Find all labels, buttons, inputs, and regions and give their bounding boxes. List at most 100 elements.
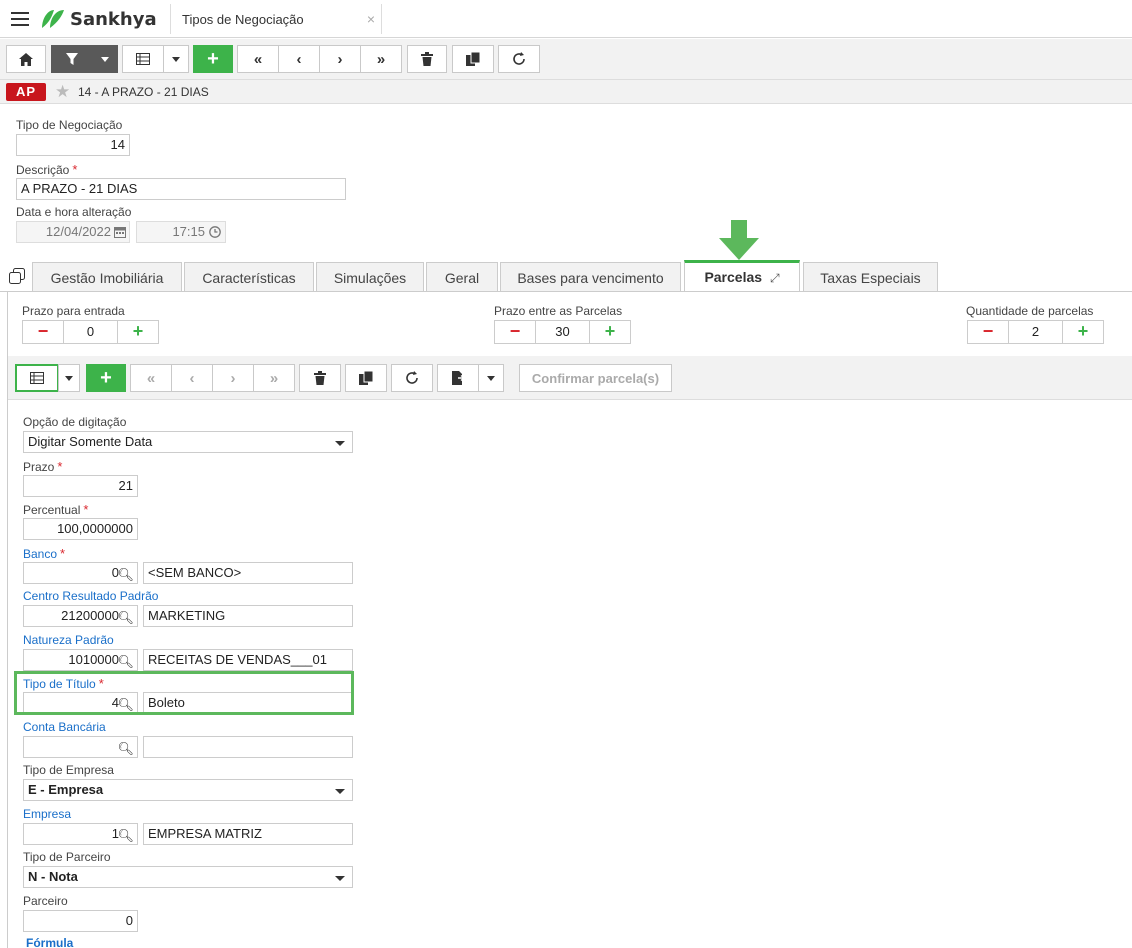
copy-icon (359, 371, 373, 385)
previous-button[interactable]: ‹ (171, 364, 213, 392)
delete-button[interactable] (299, 364, 341, 392)
formula-label[interactable]: Fórmula (26, 936, 73, 948)
duplicate-button[interactable] (452, 45, 494, 73)
prazo-label-text: Prazo (23, 460, 55, 474)
chevron-right-icon: › (337, 50, 343, 68)
prazo-field[interactable]: 21 (23, 475, 138, 497)
opcao-digitacao-select[interactable]: Digitar Somente Data (23, 431, 353, 453)
view-dropdown-button[interactable] (163, 45, 189, 73)
banco-label-text: Banco (23, 547, 58, 561)
filter-dropdown-button[interactable] (92, 45, 118, 73)
search-icon[interactable]: 🔍︎ (117, 608, 134, 626)
first-record-button[interactable]: « (237, 45, 279, 73)
chevron-down-icon (335, 789, 345, 794)
parceiro-field[interactable]: 0 (23, 910, 138, 932)
required-marker: * (83, 502, 89, 517)
tab-gestao-imobiliaria[interactable]: Gestão Imobiliária (32, 262, 182, 292)
main-toolbar: + « ‹ › » (0, 39, 1132, 80)
chevron-down-icon (487, 375, 495, 381)
descricao-field[interactable]: A PRAZO - 21 DIAS (16, 178, 346, 200)
chevron-down-icon (65, 375, 73, 381)
tab-geral[interactable]: Geral (426, 262, 498, 292)
grid-view-button[interactable] (15, 364, 59, 392)
banco-code-field[interactable]: 0 🔍︎ (23, 562, 138, 584)
grid-icon (136, 53, 150, 65)
tab-parcelas[interactable]: Parcelas ⤢ (684, 260, 800, 292)
record-title: 14 - A PRAZO - 21 DIAS (78, 85, 209, 99)
tipo-empresa-select[interactable]: E - Empresa (23, 779, 353, 801)
export-dropdown-button[interactable] (478, 364, 504, 392)
prazo-entre-plus-button[interactable]: + (589, 320, 631, 344)
copy-icon (466, 52, 480, 66)
favorite-star-icon[interactable]: ★ (55, 82, 70, 102)
prazo-entrada-minus-button[interactable]: − (22, 320, 64, 344)
expand-icon[interactable]: ⤢ (770, 271, 780, 285)
next-record-button[interactable]: › (319, 45, 361, 73)
quantidade-plus-button[interactable]: + (1062, 320, 1104, 344)
add-button[interactable]: + (193, 45, 233, 73)
copy-tabs-icon[interactable] (9, 268, 25, 284)
filter-button[interactable] (51, 45, 93, 73)
last-record-button[interactable]: » (360, 45, 402, 73)
export-button[interactable] (437, 364, 479, 392)
centro-resultado-code-value: 21200000 (61, 608, 119, 623)
next-button[interactable]: › (212, 364, 254, 392)
prazo-entre-minus-button[interactable]: − (494, 320, 536, 344)
top-bar: Sankhya Tipos de Negociação × (0, 0, 1132, 38)
home-button[interactable] (6, 45, 46, 73)
prazo-entrada-plus-button[interactable]: + (117, 320, 159, 344)
natureza-name-field: RECEITAS DE VENDAS___01 (143, 649, 353, 671)
quantidade-minus-button[interactable]: − (967, 320, 1009, 344)
first-button[interactable]: « (130, 364, 172, 392)
duplicate-button[interactable] (345, 364, 387, 392)
search-icon[interactable]: 🔍︎ (117, 826, 134, 844)
chevron-left-icon: ‹ (189, 369, 195, 387)
last-button[interactable]: » (253, 364, 295, 392)
required-marker: * (72, 162, 78, 177)
view-dropdown-button[interactable] (58, 364, 80, 392)
percentual-field[interactable]: 100,0000000 (23, 518, 138, 540)
conta-bancaria-code-field[interactable]: 🔍︎ (23, 736, 138, 758)
refresh-button[interactable] (391, 364, 433, 392)
prazo-entrada-value[interactable]: 0 (63, 320, 118, 344)
natureza-label[interactable]: Natureza Padrão (23, 633, 114, 647)
tab-bases-vencimento[interactable]: Bases para vencimento (500, 262, 681, 292)
close-tab-icon[interactable]: × (367, 11, 375, 27)
grid-view-button[interactable] (122, 45, 164, 73)
tipo-negociacao-field[interactable]: 14 (16, 134, 130, 156)
quantidade-parcelas-label: Quantidade de parcelas (966, 304, 1094, 318)
window-tab[interactable]: Tipos de Negociação × (170, 4, 382, 34)
prazo-entre-value[interactable]: 30 (535, 320, 590, 344)
tabs-row: Gestão Imobiliária Características Simul… (0, 260, 1132, 292)
empresa-code-field[interactable]: 1 🔍︎ (23, 823, 138, 845)
banco-label[interactable]: Banco * (23, 546, 65, 561)
empresa-label[interactable]: Empresa (23, 807, 71, 821)
brand-logo: Sankhya (40, 7, 157, 31)
clock-icon[interactable] (209, 226, 221, 238)
add-parcela-button[interactable]: + (86, 364, 126, 392)
confirmar-parcelas-button[interactable]: Confirmar parcela(s) (519, 364, 672, 392)
tab-caracteristicas[interactable]: Características (184, 262, 314, 292)
centro-resultado-label[interactable]: Centro Resultado Padrão (23, 589, 158, 603)
parceiro-label: Parceiro (23, 894, 68, 908)
refresh-button[interactable] (498, 45, 540, 73)
prazo-entre-label: Prazo entre as Parcelas (494, 304, 623, 318)
natureza-code-field[interactable]: 1010000 🔍︎ (23, 649, 138, 671)
search-icon[interactable]: 🔍︎ (117, 565, 134, 583)
required-marker: * (60, 546, 66, 561)
file-export-icon (452, 371, 464, 385)
centro-resultado-code-field[interactable]: 21200000 🔍︎ (23, 605, 138, 627)
search-icon[interactable]: 🔍︎ (117, 652, 134, 670)
search-icon[interactable]: 🔍︎ (117, 739, 134, 757)
menu-icon[interactable] (11, 12, 29, 26)
tipo-parceiro-select[interactable]: N - Nota (23, 866, 353, 888)
delete-button[interactable] (407, 45, 447, 73)
trash-icon (314, 371, 326, 385)
tab-simulacoes[interactable]: Simulações (316, 262, 424, 292)
tab-taxas-especiais[interactable]: Taxas Especiais (803, 262, 938, 292)
calendar-icon[interactable] (114, 226, 126, 238)
conta-bancaria-label[interactable]: Conta Bancária (23, 720, 106, 734)
chevron-left-icon: ‹ (296, 50, 302, 68)
quantidade-value[interactable]: 2 (1008, 320, 1063, 344)
previous-record-button[interactable]: ‹ (278, 45, 320, 73)
